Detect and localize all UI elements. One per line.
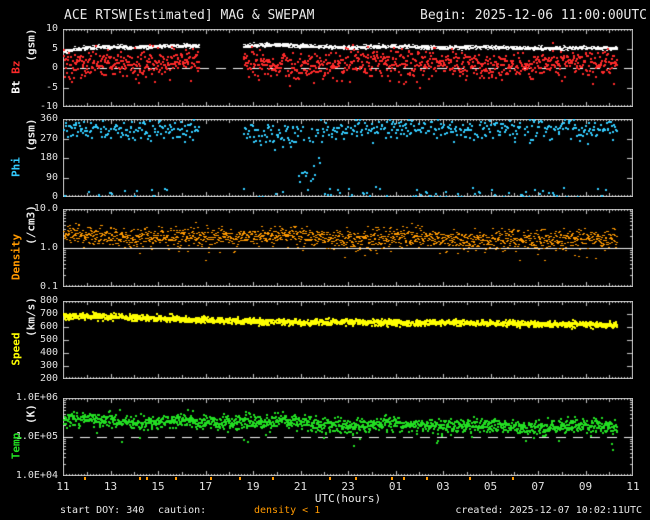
y-tick-label: 0 (51, 191, 58, 202)
panel-temp-ylabel-units: (K) (24, 403, 38, 424)
ylabel-part: Bt (9, 80, 23, 94)
footer-start-doy: start DOY: 340 (60, 505, 145, 516)
panel-bt-bz-ylabel: Bt Bz (10, 61, 23, 94)
caution-tick (174, 477, 177, 480)
plot-title: ACE RTSW[Estimated] MAG & SWEPAM (64, 8, 315, 23)
ylabel-part: Bz (9, 60, 23, 75)
panel-density-canvas (63, 209, 633, 287)
panel-phi-ylabel: Phi (10, 157, 23, 177)
caution-tick (84, 477, 87, 480)
caution-tick (146, 477, 149, 480)
x-axis-label: UTC(hours) (314, 492, 382, 505)
y-tick-label: 0.1 (39, 281, 58, 292)
ylabel-part: Density (9, 234, 23, 281)
panel-speed-ylabel-units: (km/s) (24, 296, 38, 337)
ylabel-part: Speed (9, 332, 23, 366)
caution-tick (355, 477, 358, 480)
panel-bt-bz-ylabel-units: (gsm) (24, 28, 38, 62)
caution-tick (402, 477, 405, 480)
caution-tick (272, 477, 274, 480)
ylabel-part: Phi (9, 157, 23, 178)
y-tick-label: -10 (39, 101, 58, 112)
caution-tick (210, 477, 213, 480)
panel-speed-ylabel: Speed (10, 333, 23, 366)
footer-created-timestamp: created: 2025-12-07 10:02:11UTC (455, 505, 642, 516)
caution-tick (426, 477, 429, 480)
caution-tick (390, 477, 393, 480)
caution-tick (511, 477, 514, 480)
panel-speed-canvas (63, 301, 633, 379)
panel-bt-bz-canvas (63, 29, 633, 107)
panel-phi-ylabel-units: (gsm) (24, 118, 38, 152)
panel-temp-ylabel: Temp (10, 433, 23, 460)
y-tick-label: 200 (39, 373, 58, 384)
caution-tick (139, 477, 141, 480)
caution-tick (329, 477, 331, 480)
panel-density-ylabel: Density (10, 234, 23, 280)
ylabel-part: Temp (9, 433, 23, 460)
y-tick-label: 1.0E+06 (15, 392, 58, 403)
footer-caution-value: density < 1 (254, 505, 321, 516)
panel-density-ylabel-units: (/cm3) (24, 204, 38, 245)
panel-temp-canvas (63, 398, 633, 476)
caution-tick (238, 477, 241, 480)
ace-rtsw-plot: ACE RTSW[Estimated] MAG & SWEPAM Begin: … (0, 0, 650, 520)
caution-tick (469, 477, 472, 480)
footer-caution-label: caution: (158, 505, 207, 516)
begin-timestamp: Begin: 2025-12-06 11:00:00UTC (420, 8, 647, 23)
panel-phi-canvas (63, 119, 633, 197)
ylabel-part (10, 74, 23, 81)
